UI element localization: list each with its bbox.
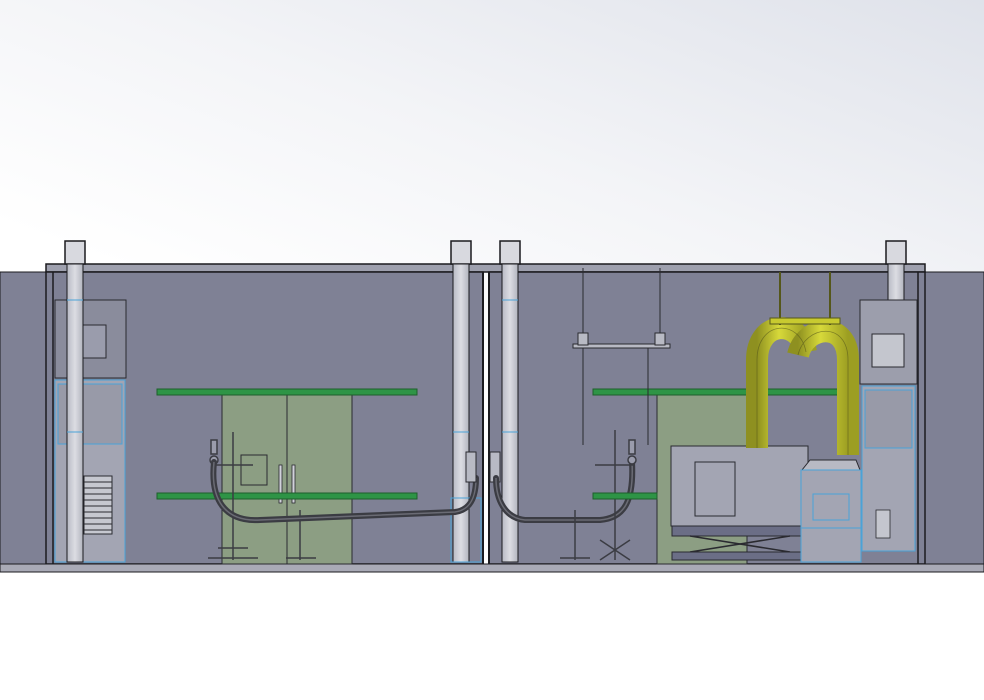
floor-slab	[0, 563, 984, 573]
green-shelf-left-upper	[156, 388, 418, 396]
column-cap	[64, 240, 86, 265]
right-air-handling-unit[interactable]	[859, 299, 918, 552]
ahu-panel	[81, 324, 107, 359]
cad-drawing	[0, 240, 984, 573]
column-cap	[885, 240, 907, 265]
left-exterior-wall	[0, 271, 47, 573]
roof-band	[45, 263, 926, 273]
vertical-column-4[interactable]	[885, 240, 907, 301]
column-shaft	[452, 263, 470, 563]
cad-viewport[interactable]	[0, 0, 984, 700]
left-cabinet[interactable]	[221, 394, 353, 565]
vertical-column-1[interactable]	[64, 240, 86, 563]
exhaust-hood	[800, 459, 862, 563]
column-shaft	[66, 263, 84, 563]
column-shaft	[887, 263, 905, 301]
green-shelf-left-lower	[156, 492, 418, 500]
ahu-grille	[83, 475, 113, 535]
green-shelf-right-upper	[592, 388, 854, 396]
column-cap	[499, 240, 521, 265]
lift-enclosure	[670, 445, 809, 527]
ahu-panel	[871, 333, 905, 368]
right-exterior-wall	[924, 271, 984, 573]
column-cap	[450, 240, 472, 265]
left-air-handling-unit[interactable]	[54, 299, 127, 563]
green-shelf-right-lower	[592, 492, 658, 500]
